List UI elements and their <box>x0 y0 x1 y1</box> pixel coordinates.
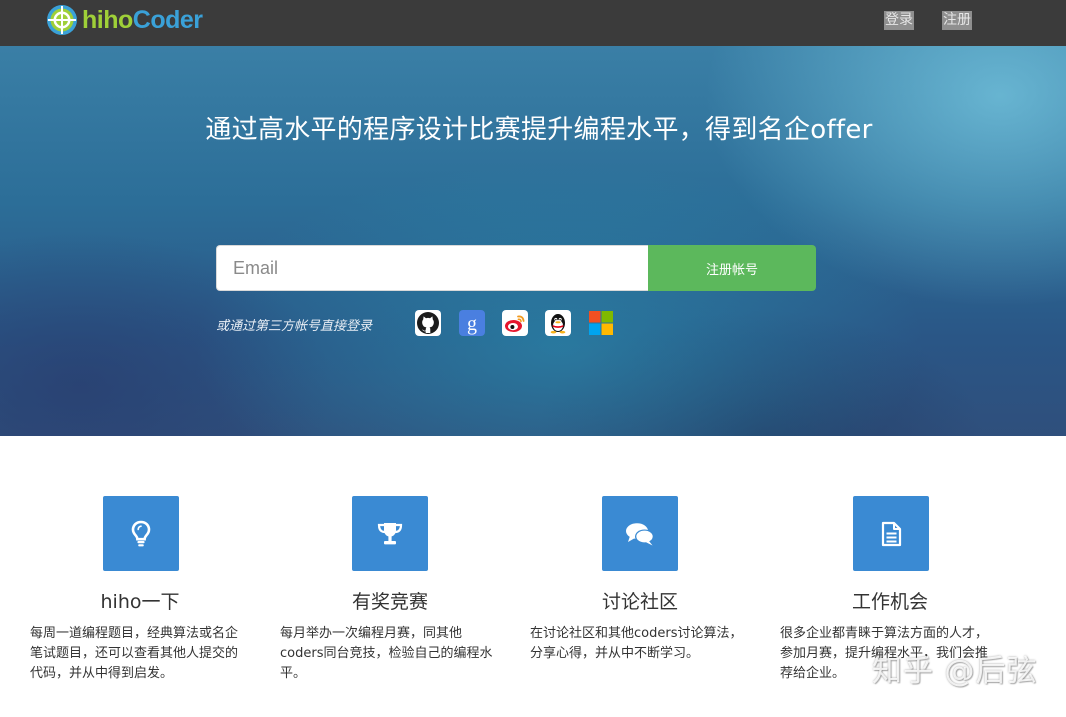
brand-name: hihoCoder <box>82 2 203 38</box>
microsoft-icon[interactable] <box>588 310 614 336</box>
feature-title: 有奖竞赛 <box>351 591 428 613</box>
google-icon[interactable]: g <box>459 310 485 336</box>
svg-text:g: g <box>467 313 477 335</box>
signup-button[interactable]: 注册帐号 <box>648 245 816 291</box>
feature-description: 每周一道编程题目，经典算法或名企笔试题目，还可以查看其他人提交的代码，并从中得到… <box>30 626 239 681</box>
hero-banner: 通过高水平的程序设计比赛提升编程水平，得到名企offer 注册帐号 或通过第三方… <box>0 46 1066 436</box>
email-input[interactable] <box>216 245 648 291</box>
zhihu-watermark: 知乎 @后弦 <box>872 654 1038 689</box>
brand-name-hiho: hiho <box>82 6 133 34</box>
login-link[interactable]: 登录 <box>884 11 914 30</box>
comments-icon <box>602 496 678 571</box>
third-party-login-label: 或通过第三方帐号直接登录 <box>216 319 373 334</box>
target-icon <box>47 5 77 35</box>
github-icon[interactable] <box>415 310 441 336</box>
qq-icon[interactable] <box>545 310 571 336</box>
trophy-icon <box>352 496 428 571</box>
site-logo[interactable]: hihoCoder <box>46 2 203 38</box>
feature-title: hiho一下 <box>100 591 180 613</box>
feature-description: 每月举办一次编程月赛，同其他coders同台竞技，检验自己的编程水平。 <box>280 626 493 681</box>
feature-title: 讨论社区 <box>601 591 678 613</box>
top-navbar: hihoCoder 登录 注册 <box>0 0 1066 46</box>
register-link[interactable]: 注册 <box>942 11 972 30</box>
brand-name-coder: Coder <box>132 6 203 34</box>
weibo-icon[interactable] <box>502 310 528 336</box>
document-icon <box>853 496 929 571</box>
lightbulb-icon <box>103 496 179 571</box>
hero-headline: 通过高水平的程序设计比赛提升编程水平，得到名企offer <box>205 115 873 145</box>
signup-form: 注册帐号 <box>216 245 816 291</box>
feature-description: 在讨论社区和其他coders讨论算法，分享心得，并从中不断学习。 <box>530 626 743 661</box>
feature-title: 工作机会 <box>851 591 928 613</box>
